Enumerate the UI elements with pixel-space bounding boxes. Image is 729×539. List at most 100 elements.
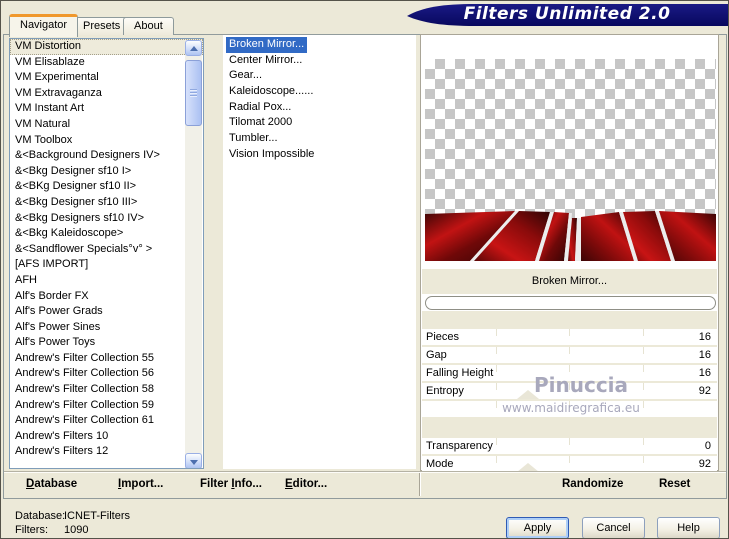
- status-filters-value: 1090: [64, 524, 89, 536]
- category-item[interactable]: VM Distortion: [10, 39, 203, 55]
- category-item[interactable]: Andrew's Filters 10: [10, 429, 203, 445]
- param-label: Pieces: [426, 331, 460, 343]
- param-label: Falling Height: [426, 367, 494, 379]
- param-value: 16: [698, 367, 711, 379]
- tab-about[interactable]: About: [123, 17, 174, 35]
- status-database-value: ICNET-Filters: [64, 510, 130, 522]
- filter-item[interactable]: Kaleidoscope......: [223, 84, 416, 100]
- preview-image[interactable]: [425, 59, 716, 261]
- watermark-name: Pinuccia: [533, 373, 629, 397]
- category-item[interactable]: [AFS IMPORT]: [10, 257, 203, 273]
- filter-item-label: Gear...: [229, 69, 263, 82]
- category-item[interactable]: &<Bkg Designers sf10 IV>: [10, 211, 203, 227]
- category-item[interactable]: &<Sandflower Specials°v° >: [10, 242, 203, 258]
- chevron-up-icon: [190, 46, 198, 51]
- scroll-up-button[interactable]: [185, 40, 202, 56]
- param-label: Entropy: [426, 385, 464, 397]
- category-item[interactable]: Andrew's Filter Collection 59: [10, 398, 203, 414]
- watermark-url: www.maidiregrafica.eu: [502, 401, 640, 415]
- label-post: mport...: [121, 478, 164, 490]
- status-filters-label: Filters:: [15, 524, 48, 536]
- category-item[interactable]: Alf's Power Toys: [10, 335, 203, 351]
- filter-item-label: Broken Mirror...: [226, 37, 308, 53]
- param-row-pieces[interactable]: Pieces 16: [422, 329, 717, 345]
- filter-list[interactable]: Broken Mirror... Center Mirror... Gear..…: [223, 35, 416, 469]
- param-label: Transparency: [426, 440, 493, 452]
- param-label: Mode: [426, 458, 454, 470]
- category-item[interactable]: &<Background Designers IV>: [10, 148, 203, 164]
- filter-item-label: Tumbler...: [229, 132, 278, 145]
- category-item[interactable]: Alf's Border FX: [10, 289, 203, 305]
- param-value: 16: [698, 331, 711, 343]
- category-item[interactable]: VM Natural: [10, 117, 203, 133]
- filter-item-label: Tilomat 2000: [229, 116, 293, 129]
- label-pre: Filter: [200, 478, 232, 490]
- param-value: 92: [698, 458, 711, 470]
- filter-item[interactable]: Vision Impossible: [223, 147, 416, 163]
- param-value: 0: [704, 440, 711, 452]
- category-item[interactable]: VM Elisablaze: [10, 55, 203, 71]
- filter-item-label: Kaleidoscope......: [229, 85, 314, 98]
- import-button[interactable]: Import...: [118, 478, 163, 490]
- scroll-down-button[interactable]: [185, 453, 202, 468]
- param-row-transparency[interactable]: Transparency 0: [422, 438, 717, 454]
- label-post: atabase: [34, 478, 78, 490]
- toolbar-divider: [419, 473, 421, 496]
- category-item[interactable]: &<Bkg Kaleidoscope>: [10, 226, 203, 242]
- category-item[interactable]: AFH: [10, 273, 203, 289]
- bottom-toolbar: Database Import... Filter Info... Editor…: [4, 471, 726, 497]
- label-post: nfo...: [234, 478, 262, 490]
- filter-item-label: Center Mirror...: [229, 53, 303, 66]
- category-item[interactable]: &<Bkg Designer sf10 I>: [10, 164, 203, 180]
- filter-item[interactable]: Tilomat 2000: [223, 115, 416, 131]
- preview-panel: Broken Mirror... Pieces 16 Gap 16 Fallin…: [420, 34, 719, 472]
- filter-item[interactable]: Broken Mirror...: [223, 37, 416, 53]
- param-row-gap[interactable]: Gap 16: [422, 347, 717, 363]
- category-item[interactable]: Alf's Power Sines: [10, 320, 203, 336]
- category-item[interactable]: Alf's Power Grads: [10, 304, 203, 320]
- category-item[interactable]: Andrew's Filter Collection 58: [10, 382, 203, 398]
- category-item[interactable]: VM Instant Art: [10, 101, 203, 117]
- category-list[interactable]: VM Distortion VM Elisablaze VM Experimen…: [9, 38, 204, 469]
- param-row-mode[interactable]: Mode 92: [422, 456, 717, 472]
- status-database-label: Database:: [15, 510, 66, 522]
- cancel-button[interactable]: Cancel: [582, 517, 645, 538]
- progress-bar: [425, 296, 716, 310]
- chevron-down-icon: [190, 460, 198, 465]
- app-title: Filters Unlimited 2.0: [463, 4, 671, 24]
- category-item[interactable]: &<Bkg Designer sf10 III>: [10, 195, 203, 211]
- category-scrollbar[interactable]: [185, 40, 202, 468]
- filter-item[interactable]: Radial Pox...: [223, 100, 416, 116]
- category-item[interactable]: Andrew's Filter Collection 55: [10, 351, 203, 367]
- category-item[interactable]: &<BKg Designer sf10 II>: [10, 179, 203, 195]
- randomize-button[interactable]: Randomize: [562, 478, 623, 490]
- reset-button[interactable]: Reset: [659, 478, 690, 490]
- scrollbar-thumb[interactable]: [185, 60, 202, 126]
- title-banner: Filters Unlimited 2.0: [405, 3, 728, 27]
- filter-info-button[interactable]: Filter Info...: [200, 478, 262, 490]
- help-button[interactable]: Help: [657, 517, 720, 538]
- status-row-database: Database: ICNET-Filters: [1, 510, 401, 523]
- thumb-grip-icon: [190, 89, 197, 98]
- category-item[interactable]: VM Extravaganza: [10, 86, 203, 102]
- filters-unlimited-dialog: Filters Unlimited 2.0 Navigator Presets …: [0, 0, 729, 539]
- category-item[interactable]: Andrew's Filter Collection 61: [10, 413, 203, 429]
- param-value: 92: [698, 385, 711, 397]
- filter-item-label: Vision Impossible: [229, 147, 315, 160]
- label-post: ditor...: [292, 478, 328, 490]
- filter-item[interactable]: Gear...: [223, 68, 416, 84]
- status-row-filters: Filters: 1090: [1, 524, 401, 537]
- tab-navigator[interactable]: Navigator: [9, 14, 79, 37]
- editor-button[interactable]: Editor...: [285, 478, 327, 490]
- selected-filter-caption: Broken Mirror...: [422, 269, 717, 294]
- filter-item-label: Radial Pox...: [229, 100, 292, 113]
- database-button[interactable]: Database: [26, 478, 77, 490]
- filter-item[interactable]: Center Mirror...: [223, 53, 416, 69]
- category-item[interactable]: Andrew's Filters 12: [10, 444, 203, 460]
- category-item[interactable]: VM Toolbox: [10, 133, 203, 149]
- category-item[interactable]: VM Experimental: [10, 70, 203, 86]
- filter-item[interactable]: Tumbler...: [223, 131, 416, 147]
- param-value: 16: [698, 349, 711, 361]
- apply-button[interactable]: Apply: [506, 517, 569, 538]
- category-item[interactable]: Andrew's Filter Collection 56: [10, 366, 203, 382]
